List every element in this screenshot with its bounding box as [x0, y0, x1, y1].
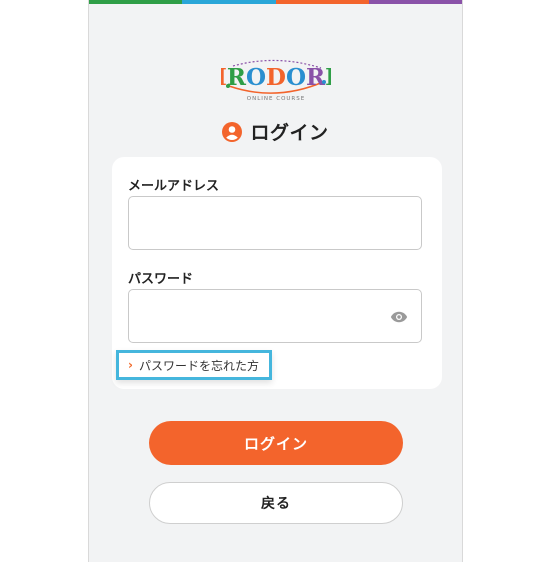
irodori-logo: IRODORI ONLINE COURSE	[89, 52, 462, 108]
logo-letter: O	[245, 64, 265, 91]
logo-letter: I	[325, 64, 331, 91]
back-button[interactable]: 戻る	[149, 482, 403, 524]
page-title: ログイン	[250, 122, 329, 144]
user-circle-icon	[222, 121, 243, 142]
email-field[interactable]	[128, 196, 422, 250]
login-form-card: メールアドレス パスワード › パスワードを忘れた方	[112, 157, 442, 389]
brand-stripe	[89, 0, 462, 4]
chevron-right-icon: ›	[128, 358, 133, 372]
page-heading: ログイン	[89, 118, 462, 145]
svg-text:IRODORI: IRODORI	[221, 64, 331, 91]
login-button[interactable]: ログイン	[149, 421, 403, 465]
logo-letter: D	[266, 64, 286, 91]
logo-letter: O	[285, 64, 305, 91]
password-label: パスワード	[128, 272, 194, 287]
eye-icon[interactable]	[389, 308, 409, 326]
logo-letter: R	[306, 64, 326, 91]
stripe-blue	[182, 0, 276, 4]
logo-tagline: ONLINE COURSE	[246, 96, 304, 102]
logo-letter: R	[226, 64, 246, 91]
password-field[interactable]	[128, 289, 422, 343]
forgot-password-text: パスワードを忘れた方	[138, 358, 259, 373]
email-label: メールアドレス	[128, 179, 220, 194]
login-screen: IRODORI ONLINE COURSE ログイン メールアドレス パスワード…	[88, 0, 463, 562]
stripe-purple	[368, 0, 462, 4]
stripe-orange	[275, 0, 369, 4]
stripe-green	[89, 0, 183, 4]
forgot-password-link[interactable]: › パスワードを忘れた方	[116, 350, 272, 380]
